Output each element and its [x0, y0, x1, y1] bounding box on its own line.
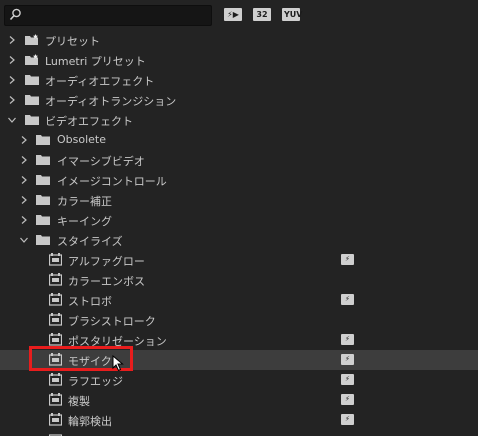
yuv-effects-filter-button[interactable]: YUV: [282, 8, 302, 21]
effect-icon: [49, 273, 62, 286]
effect-icon: [49, 393, 62, 406]
32bit-effects-filter-button[interactable]: 32: [253, 8, 271, 21]
preset-folder-icon: [25, 54, 38, 65]
effect-label: ブラシストローク: [68, 315, 156, 328]
effect-icon: [49, 373, 62, 386]
tree-item-color-correction[interactable]: カラー補正: [0, 190, 478, 210]
effect-label: 輪郭検出: [68, 415, 112, 428]
tree-item-stylize[interactable]: スタイライズ: [0, 230, 478, 250]
effect-item-alpha-glow[interactable]: アルファグロー ⚡: [0, 250, 478, 270]
folder-icon: [25, 95, 39, 105]
effect-icon: [49, 253, 62, 266]
tree-item-label: カラー補正: [57, 195, 112, 208]
tree-item-video-effects[interactable]: ビデオエフェクト: [0, 110, 478, 130]
tree-item-label: キーイング: [57, 215, 112, 228]
chevron-right-icon[interactable]: [20, 216, 28, 224]
tree-item-keying[interactable]: キーイング: [0, 210, 478, 230]
chevron-right-icon[interactable]: [8, 76, 16, 84]
tree-item-label: オーディオエフェクト: [45, 75, 155, 88]
effects-panel-toolbar: ⚡▶ 32 YUV: [0, 0, 478, 30]
effect-item-strobe[interactable]: ストロボ ⚡: [0, 290, 478, 310]
effect-label: ラフエッジ: [68, 375, 123, 388]
effect-item-brush-strokes[interactable]: ブラシストローク: [0, 310, 478, 330]
effect-icon: [49, 333, 62, 346]
search-icon: [9, 8, 21, 21]
effect-label: 複製: [68, 395, 90, 408]
folder-icon: [36, 155, 50, 165]
effect-item-partial[interactable]: [0, 430, 478, 436]
folder-icon: [25, 75, 39, 85]
folder-icon: [36, 135, 50, 145]
effect-icon: [49, 313, 62, 326]
accelerated-badge-icon: ⚡: [341, 254, 354, 265]
chevron-down-icon[interactable]: [20, 236, 28, 244]
tree-item-label: Obsolete: [57, 133, 107, 146]
accelerated-badge-icon: ⚡: [341, 334, 354, 345]
chevron-right-icon[interactable]: [20, 176, 28, 184]
chevron-right-icon[interactable]: [8, 56, 16, 64]
tree-item-immersive-video[interactable]: イマーシブビデオ: [0, 150, 478, 170]
effect-item-replicate[interactable]: 複製 ⚡: [0, 390, 478, 410]
folder-icon: [25, 115, 39, 125]
search-input[interactable]: [25, 7, 205, 23]
mouse-cursor-icon: [112, 355, 124, 372]
effect-label: ストロボ: [68, 295, 112, 308]
tree-item-presets[interactable]: プリセット: [0, 30, 478, 50]
tree-item-label: Lumetri プリセット: [45, 55, 146, 68]
tree-item-image-control[interactable]: イメージコントロール: [0, 170, 478, 190]
tree-item-label: イメージコントロール: [57, 175, 167, 188]
effect-label: カラーエンボス: [68, 275, 145, 288]
preset-folder-icon: [25, 34, 38, 45]
tree-item-obsolete[interactable]: Obsolete: [0, 130, 478, 150]
tree-item-label: オーディオトランジション: [45, 95, 177, 108]
tree-item-label: スタイライズ: [57, 235, 123, 248]
effects-search-field[interactable]: [4, 5, 212, 26]
tree-item-audio-transitions[interactable]: オーディオトランジション: [0, 90, 478, 110]
tree-item-label: イマーシブビデオ: [57, 155, 145, 168]
tree-item-audio-effects[interactable]: オーディオエフェクト: [0, 70, 478, 90]
accelerated-badge-icon: ⚡: [341, 394, 354, 405]
accelerated-badge-icon: ⚡: [341, 294, 354, 305]
effect-item-roughen-edges[interactable]: ラフエッジ ⚡: [0, 370, 478, 390]
chevron-down-icon[interactable]: [8, 116, 16, 124]
folder-icon: [36, 195, 50, 205]
tree-item-label: ビデオエフェクト: [45, 115, 133, 128]
effect-label: アルファグロー: [68, 255, 145, 268]
tree-item-lumetri-presets[interactable]: Lumetri プリセット: [0, 50, 478, 70]
chevron-right-icon[interactable]: [8, 36, 16, 44]
effect-icon: [49, 293, 62, 306]
chevron-right-icon[interactable]: [20, 196, 28, 204]
chevron-right-icon[interactable]: [20, 156, 28, 164]
folder-icon: [36, 175, 50, 185]
accelerated-effects-filter-button[interactable]: ⚡▶: [224, 8, 242, 21]
tree-item-label: プリセット: [45, 35, 100, 48]
chevron-right-icon[interactable]: [8, 96, 16, 104]
chevron-right-icon[interactable]: [20, 136, 28, 144]
effect-icon: [49, 413, 62, 426]
effect-item-find-edges[interactable]: 輪郭検出 ⚡: [0, 410, 478, 430]
folder-icon: [36, 235, 50, 245]
effect-item-color-emboss[interactable]: カラーエンボス: [0, 270, 478, 290]
accelerated-badge-icon: ⚡: [341, 374, 354, 385]
accelerated-badge-icon: ⚡: [341, 354, 354, 365]
accelerated-badge-icon: ⚡: [341, 414, 354, 425]
folder-icon: [36, 215, 50, 225]
